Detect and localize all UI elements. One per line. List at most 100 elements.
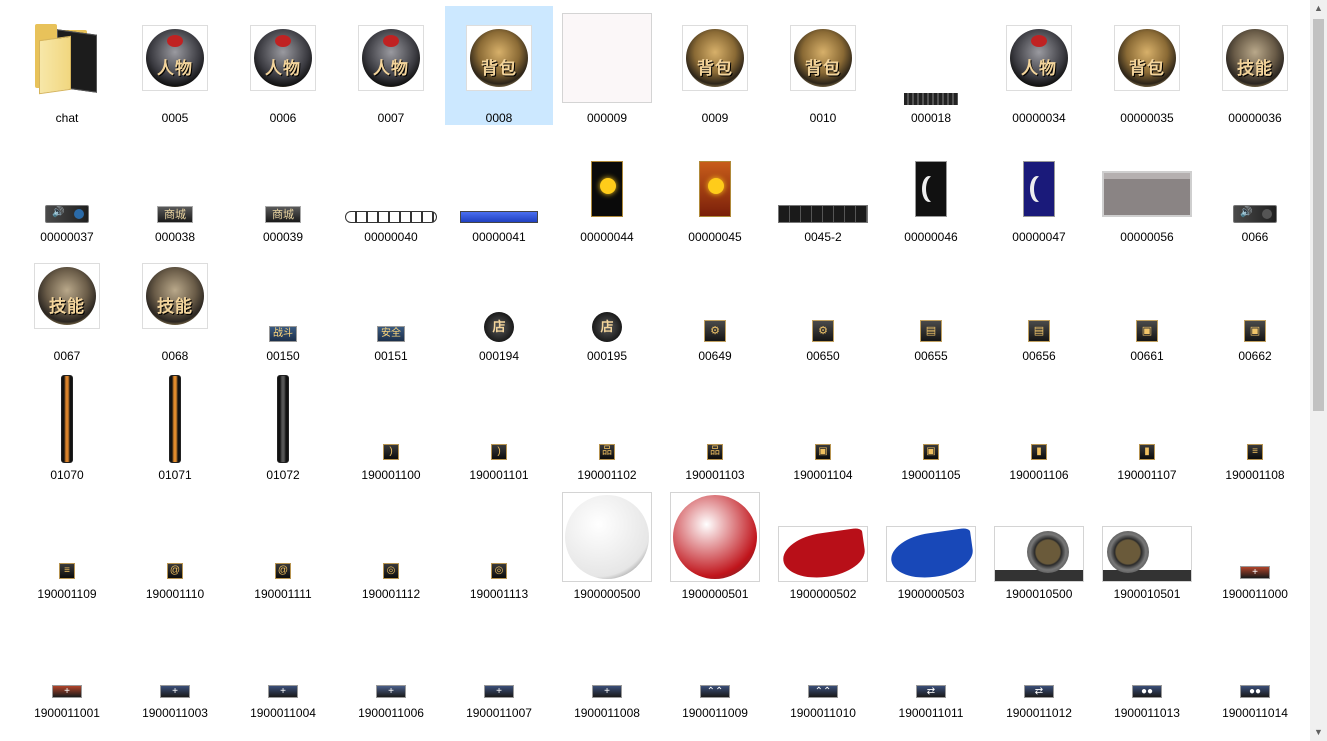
- thumbnail: [13, 367, 121, 463]
- file-name: 1900011011: [898, 706, 964, 720]
- scroll-thumb[interactable]: [1313, 19, 1324, 411]
- thumbnail: ▣: [877, 367, 985, 463]
- file-item[interactable]: ◎ 190001112: [337, 482, 445, 601]
- file-item[interactable]: 技能 00000036: [1201, 6, 1309, 125]
- file-name: 00000056: [1120, 230, 1174, 244]
- file-item[interactable]: 商城 000039: [229, 125, 337, 244]
- file-item[interactable]: +1900011007: [445, 601, 553, 720]
- file-item[interactable]: 00000056: [1093, 125, 1201, 244]
- thumbnail-caption: ≡: [1252, 446, 1258, 457]
- file-item[interactable]: 店 000195: [553, 244, 661, 363]
- file-item[interactable]: ⌃⌃ 1900011009: [661, 601, 769, 720]
- file-item[interactable]: ▤ 00655: [877, 244, 985, 363]
- thumbnail: 背包: [1093, 10, 1201, 106]
- thumbnail: ≡: [13, 486, 121, 582]
- file-item[interactable]: 01071: [121, 363, 229, 482]
- file-item[interactable]: 战斗 00150: [229, 244, 337, 363]
- file-item[interactable]: @190001110: [121, 482, 229, 601]
- file-item[interactable]: 安全 00151: [337, 244, 445, 363]
- file-item[interactable]: ) 190001101: [445, 363, 553, 482]
- file-item[interactable]: 背包 0009: [661, 6, 769, 125]
- file-item[interactable]: 品 190001103: [661, 363, 769, 482]
- file-item[interactable]: ●● 1900011014: [1201, 601, 1309, 720]
- file-item[interactable]: 🔊 00000037: [13, 125, 121, 244]
- file-item[interactable]: 人物 00000034: [985, 6, 1093, 125]
- file-name: 0066: [1241, 230, 1269, 244]
- thumbnail: +: [13, 605, 121, 701]
- file-item[interactable]: ▣ 00662: [1201, 244, 1309, 363]
- file-item[interactable]: 00000045: [661, 125, 769, 244]
- file-item[interactable]: ⇄ 1900011011: [877, 601, 985, 720]
- thumbnail-caption: 商城: [272, 208, 294, 221]
- file-item[interactable]: 000009: [553, 6, 661, 125]
- file-item[interactable]: ⇄ 1900011012: [985, 601, 1093, 720]
- file-item[interactable]: ▣ 190001104: [769, 363, 877, 482]
- scroll-up-arrow-icon[interactable]: ▲: [1310, 0, 1327, 17]
- file-item[interactable]: ◎ 190001113: [445, 482, 553, 601]
- file-item[interactable]: ▮ 190001107: [1093, 363, 1201, 482]
- file-item[interactable]: 背包 00000035: [1093, 6, 1201, 125]
- file-item[interactable]: ) 190001100: [337, 363, 445, 482]
- file-item[interactable]: 背包 0010: [769, 6, 877, 125]
- file-item[interactable]: 人物 0005: [121, 6, 229, 125]
- thumbnail: 品: [661, 367, 769, 463]
- file-item[interactable]: ▮ 190001106: [985, 363, 1093, 482]
- file-item[interactable]: 商城 000038: [121, 125, 229, 244]
- file-name: 0007: [377, 111, 405, 125]
- file-item[interactable]: 店 000194: [445, 244, 553, 363]
- file-item[interactable]: 技能 0067: [13, 244, 121, 363]
- file-item[interactable]: 0045-2: [769, 125, 877, 244]
- tiny-icon: ▮: [1031, 444, 1047, 460]
- file-item[interactable]: ⌃⌃ 1900011010: [769, 601, 877, 720]
- file-item[interactable]: 1900010500: [985, 482, 1093, 601]
- file-item[interactable]: +1900011003: [121, 601, 229, 720]
- file-item[interactable]: ≡ 190001108: [1201, 363, 1309, 482]
- file-item[interactable]: 01070: [13, 363, 121, 482]
- file-item[interactable]: ≡ 190001109: [13, 482, 121, 601]
- scroll-down-arrow-icon[interactable]: ▼: [1310, 724, 1327, 741]
- file-item[interactable]: 00000044: [553, 125, 661, 244]
- file-item[interactable]: 1900000500: [553, 482, 661, 601]
- file-item[interactable]: 00000046: [877, 125, 985, 244]
- helmet-plume: [275, 35, 291, 47]
- file-item[interactable]: 人物 0006: [229, 6, 337, 125]
- file-item[interactable]: 技能 0068: [121, 244, 229, 363]
- file-item[interactable]: +1900011001: [13, 601, 121, 720]
- file-item[interactable]: 1900000502: [769, 482, 877, 601]
- file-item[interactable]: ⚙ 00649: [661, 244, 769, 363]
- file-item[interactable]: 000018: [877, 6, 985, 125]
- file-item[interactable]: +1900011006: [337, 601, 445, 720]
- thumbnail: 技能: [13, 248, 121, 344]
- file-item[interactable]: @190001111: [229, 482, 337, 601]
- file-item[interactable]: 00000047: [985, 125, 1093, 244]
- file-item[interactable]: 背包 0008: [445, 6, 553, 125]
- vertical-scrollbar[interactable]: ▲ ▼: [1310, 0, 1327, 741]
- person-emblem-icon: 人物: [362, 29, 420, 87]
- thumbnail: @: [121, 486, 229, 582]
- thumbnail-caption: +: [280, 686, 286, 697]
- file-item[interactable]: 1900000501: [661, 482, 769, 601]
- skill-emblem-icon: 技能: [38, 267, 96, 325]
- file-item[interactable]: ⚙ 00650: [769, 244, 877, 363]
- file-item[interactable]: +1900011004: [229, 601, 337, 720]
- file-item[interactable]: +1900011000: [1201, 482, 1309, 601]
- file-item[interactable]: ▣ 190001105: [877, 363, 985, 482]
- thumbnail-caption: 品: [602, 446, 612, 457]
- file-item[interactable]: 人物 0007: [337, 6, 445, 125]
- file-item[interactable]: 1900010501: [1093, 482, 1201, 601]
- file-item[interactable]: ●● 1900011013: [1093, 601, 1201, 720]
- file-item[interactable]: 1900000503: [877, 482, 985, 601]
- image-thumbnail: 背包: [682, 25, 748, 91]
- file-item[interactable]: 品 190001102: [553, 363, 661, 482]
- folder-item[interactable]: chat: [13, 6, 121, 125]
- file-item[interactable]: ▣ 00661: [1093, 244, 1201, 363]
- file-item[interactable]: ▤ 00656: [985, 244, 1093, 363]
- file-item[interactable]: 00000041: [445, 125, 553, 244]
- store-round-button: 店: [592, 312, 622, 342]
- file-item[interactable]: 🔊 0066: [1201, 125, 1309, 244]
- folder-icon: [35, 24, 99, 95]
- file-item[interactable]: 00000040: [337, 125, 445, 244]
- file-name: 0008: [485, 111, 513, 125]
- file-item[interactable]: +1900011008: [553, 601, 661, 720]
- file-item[interactable]: 01072: [229, 363, 337, 482]
